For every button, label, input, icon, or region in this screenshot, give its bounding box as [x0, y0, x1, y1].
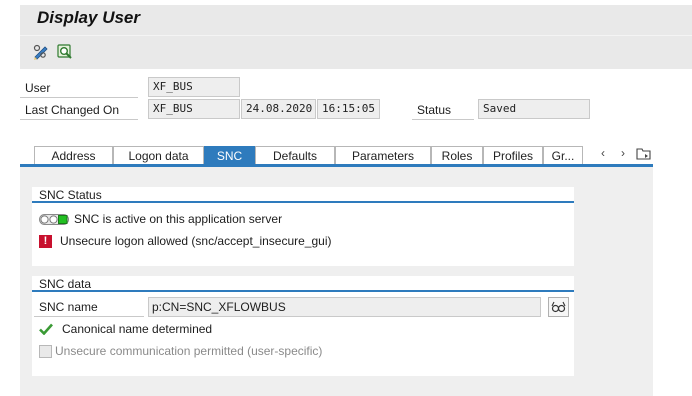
tab-logon-data[interactable]: Logon data	[113, 146, 204, 165]
last-changed-time-field[interactable]: 16:15:05	[317, 99, 380, 119]
last-changed-label: Last Changed On	[20, 100, 138, 120]
snc-active-row: SNC is active on this application server	[39, 210, 282, 228]
tab-profiles[interactable]: Profiles	[483, 146, 543, 165]
unsecure-comm-label: Unsecure communication permitted (user-s…	[55, 344, 323, 358]
user-label: User	[20, 78, 138, 98]
page-title: Display User	[37, 8, 140, 27]
change-icon[interactable]	[32, 43, 50, 61]
checkmark-icon	[39, 323, 53, 335]
tab-parameters[interactable]: Parameters	[335, 146, 431, 165]
unsecure-logon-row: ! Unsecure logon allowed (snc/accept_ins…	[39, 232, 332, 250]
tab-defaults[interactable]: Defaults	[255, 146, 335, 165]
tab-list-icon[interactable]	[636, 147, 651, 163]
other-user-icon[interactable]	[56, 43, 74, 61]
glasses-icon	[551, 301, 566, 314]
application-toolbar	[20, 35, 692, 69]
snc-active-text: SNC is active on this application server	[74, 212, 283, 226]
error-icon: !	[39, 234, 52, 248]
snc-name-label: SNC name	[34, 298, 144, 317]
traffic-light-icon	[39, 213, 69, 225]
tab-roles[interactable]: Roles	[431, 146, 483, 165]
status-field[interactable]: Saved	[478, 99, 590, 119]
snc-data-title: SNC data	[32, 276, 574, 292]
snc-status-group: SNC Status SNC is active on this applica…	[32, 187, 574, 266]
snc-data-group: SNC data SNC name p:CN=SNC_XFLOWBUS Cano…	[32, 276, 574, 376]
tab-scroll-right-icon[interactable]: ›	[621, 146, 625, 160]
last-changed-date-field[interactable]: 24.08.2020	[241, 99, 316, 119]
snc-tab-panel: SNC Status SNC is active on this applica…	[20, 167, 653, 396]
tab-address[interactable]: Address	[34, 146, 113, 165]
tab-groups[interactable]: Gr...	[543, 146, 583, 165]
last-changed-by-field[interactable]: XF_BUS	[148, 99, 240, 119]
unsecure-comm-checkbox[interactable]	[39, 344, 52, 358]
snc-name-field[interactable]: p:CN=SNC_XFLOWBUS	[148, 297, 541, 317]
status-label: Status	[412, 100, 474, 120]
canonical-row: Canonical name determined	[39, 320, 212, 338]
tab-scroll-left-icon[interactable]: ‹	[601, 146, 605, 160]
title-bar: Display User	[20, 5, 692, 35]
canonical-text: Canonical name determined	[62, 322, 213, 336]
user-field[interactable]: XF_BUS	[148, 77, 240, 97]
unsecure-comm-row: Unsecure communication permitted (user-s…	[39, 342, 322, 360]
snc-name-value-help-button[interactable]	[548, 297, 569, 317]
tab-snc[interactable]: SNC	[204, 146, 255, 165]
tab-strip: Address Logon data SNC Defaults Paramete…	[20, 146, 692, 166]
unsecure-logon-text: Unsecure logon allowed (snc/accept_insec…	[60, 234, 332, 248]
snc-status-title: SNC Status	[32, 187, 574, 203]
